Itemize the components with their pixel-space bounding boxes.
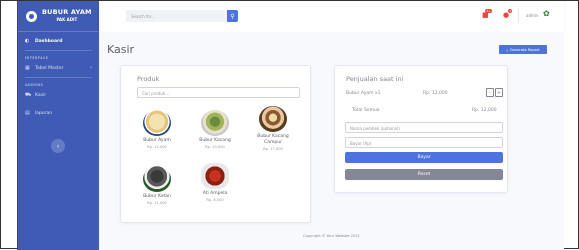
decrease-qty-button[interactable]: - <box>486 88 494 97</box>
search-button[interactable]: ⚲ <box>227 10 238 22</box>
product-name: Bubur Ketan <box>143 194 171 199</box>
product-card-bubur-ketan[interactable]: Bubur Ketan Rp. 11,000 <box>135 166 179 205</box>
product-card-bubur-kacang-campur[interactable]: Bubur Kacang Campur Rp. 17,000 <box>251 106 295 151</box>
sidebar-item-label: Kasir <box>35 92 47 98</box>
sidebar-toggle-button[interactable]: ‹ <box>51 139 65 153</box>
reset-button[interactable]: Reset <box>345 169 503 180</box>
download-icon: ⤓ <box>506 47 508 52</box>
main-content: Kasir ⤓ Generate Report Produk Cari prod… <box>99 32 564 250</box>
messages-button[interactable]: ● 7 <box>503 9 513 19</box>
produk-title: Produk <box>137 75 160 83</box>
brand-logo-icon <box>26 10 37 22</box>
product-name: Ati Ampela <box>202 191 228 196</box>
chevron-left-icon: ‹ <box>56 142 60 150</box>
product-price: Rp. 17,000 <box>263 147 283 151</box>
search-input[interactable]: Search for... <box>126 10 227 22</box>
alerts-button[interactable]: ■ 3+ <box>482 9 492 19</box>
product-image <box>201 110 229 136</box>
product-image <box>143 110 171 136</box>
sidebar-divider <box>25 77 92 78</box>
table-icon: ▤ <box>25 110 30 116</box>
sidebar-item-laporan[interactable]: ▤ laporan <box>18 107 99 119</box>
sidebar-heading-addons: ADDONS <box>25 83 44 87</box>
messages-badge: 7 <box>508 9 513 13</box>
sidebar-item-label: Tabel Master <box>35 65 64 71</box>
alerts-badge: 3+ <box>485 9 492 13</box>
sidebar-item-dashboard[interactable]: ◐ Dashboard <box>18 35 99 47</box>
screenshot-frame: BUBUR AYAM PAK ADIT ◐ Dashboard INTERFAC… <box>0 0 579 250</box>
generate-report-label: Generate Report <box>509 47 540 52</box>
cart-item-price: Rp. 12,000 <box>423 91 448 96</box>
avatar[interactable]: ✿ <box>543 9 555 21</box>
product-price: Rp. 12,000 <box>147 145 167 149</box>
sidebar-item-tabel-master[interactable]: ▦ Tabel Master › <box>18 62 99 74</box>
penjualan-title: Penjualan saat ini <box>346 75 404 83</box>
user-name[interactable]: admin <box>526 13 539 18</box>
footer-copyright: Copyright © Your Website 2021 <box>303 234 360 238</box>
sidebar-item-kasir[interactable]: ⛟ Kasir <box>18 89 99 101</box>
sidebar-item-label: laporan <box>35 110 53 116</box>
product-card-bubur-ayam[interactable]: Bubur Ayam Rp. 12,000 <box>135 110 179 149</box>
product-price: Rp. 10,000 <box>205 145 225 149</box>
user-avatar-icon: ✿ <box>543 9 550 18</box>
product-image <box>143 166 171 192</box>
brand-title: BUBUR AYAM <box>42 8 92 16</box>
total-value: Rp. 12,000 <box>472 108 497 113</box>
topbar: Search for... ⚲ ■ 3+ ● 7 admin ✿ <box>99 1 564 32</box>
product-card-ati-ampela[interactable]: Ati Ampela Rp. 8,000 <box>193 163 237 202</box>
cart-item-name: Bubur Ayam x1 <box>346 91 381 96</box>
product-image <box>201 163 229 189</box>
app-window: BUBUR AYAM PAK ADIT ◐ Dashboard INTERFAC… <box>17 1 564 250</box>
product-price: Rp. 11,000 <box>147 201 167 205</box>
nama-pembeli-field[interactable]: Nama pembeli (optional) <box>345 122 503 133</box>
sidebar-item-label: Dashboard <box>35 38 63 44</box>
dashboard-icon: ◐ <box>25 38 30 44</box>
brand[interactable]: BUBUR AYAM PAK ADIT <box>18 1 99 32</box>
sidebar: BUBUR AYAM PAK ADIT ◐ Dashboard INTERFAC… <box>18 1 99 250</box>
cart-icon: ⛟ <box>25 91 32 98</box>
bayar-field[interactable]: Bayar (Rp) <box>345 137 503 148</box>
page-title: Kasir <box>107 43 135 56</box>
total-label: Total Semua <box>352 108 380 113</box>
product-price: Rp. 8,000 <box>206 198 224 202</box>
product-name: Bubur Kacang <box>199 138 231 143</box>
table-icon: ▦ <box>25 65 30 71</box>
product-name: Bubur Kacang Campur <box>257 134 289 145</box>
bayar-button[interactable]: Bayar <box>345 152 503 163</box>
sidebar-divider <box>25 50 92 51</box>
produk-card: Produk Cari produk... Bubur Ayam Rp. 12,… <box>120 65 311 223</box>
sidebar-heading-interface: INTERFACE <box>25 56 49 60</box>
product-name: Bubur Ayam <box>143 138 171 143</box>
produk-search-input[interactable]: Cari produk... <box>137 87 300 98</box>
chevron-right-icon: › <box>90 65 92 71</box>
search-icon: ⚲ <box>230 12 235 20</box>
product-image <box>259 106 287 132</box>
penjualan-card: Penjualan saat ini Bubur Ayam x1 Rp. 12,… <box>334 65 508 193</box>
brand-subtitle: PAK ADIT <box>56 17 78 22</box>
topbar-divider <box>518 9 519 23</box>
product-card-bubur-kacang[interactable]: Bubur Kacang Rp. 10,000 <box>193 110 237 149</box>
generate-report-button[interactable]: ⤓ Generate Report <box>499 45 547 54</box>
increase-qty-button[interactable]: + <box>495 88 503 97</box>
brand-text: BUBUR AYAM PAK ADIT <box>42 9 92 23</box>
